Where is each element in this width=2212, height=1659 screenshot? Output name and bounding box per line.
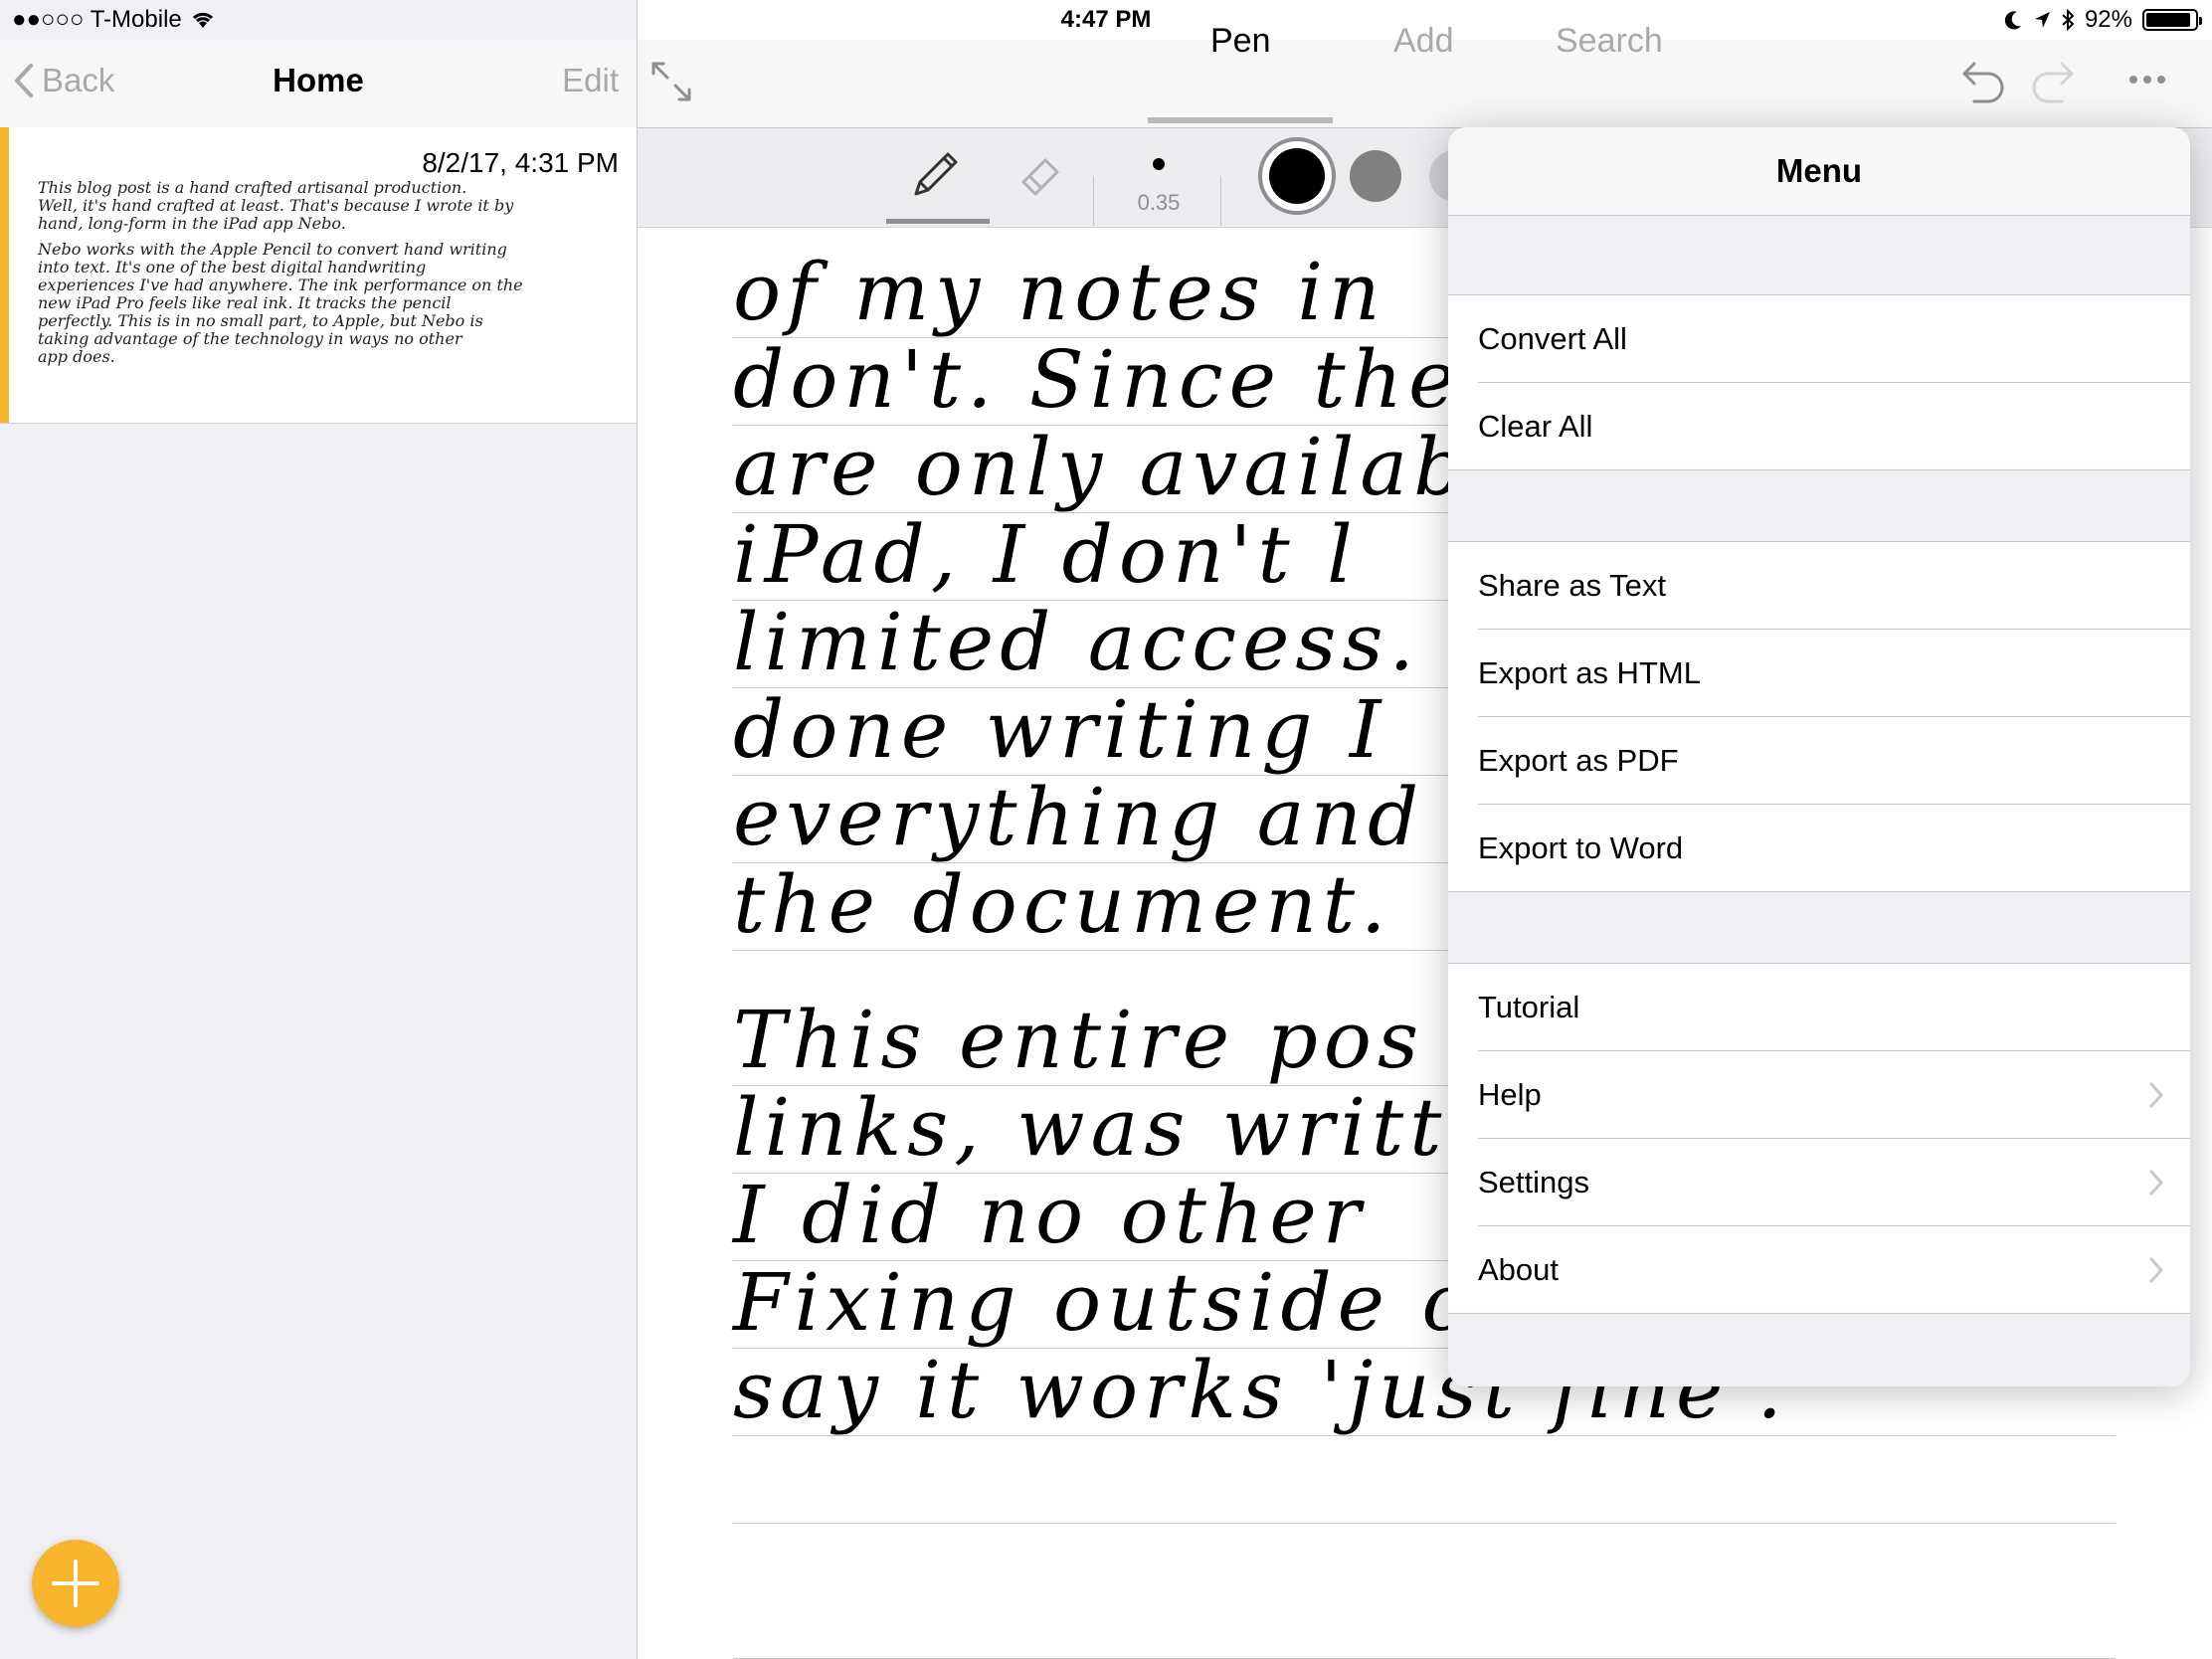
- color-gray-swatch[interactable]: [1350, 150, 1401, 202]
- handwriting-line: don't. Since the: [733, 333, 1462, 426]
- menu-item-label: Tutorial: [1478, 990, 1580, 1024]
- menu-item-label: Export as PDF: [1478, 743, 1679, 778]
- row-divider: [1448, 891, 2190, 892]
- menu-item-label: Help: [1478, 1077, 1542, 1112]
- toolbar-divider: [1220, 176, 1221, 226]
- menu-item-label: Clear All: [1478, 409, 1593, 444]
- menu-item-label: Export as HTML: [1478, 655, 1701, 690]
- chevron-right-icon: [2149, 1170, 2163, 1196]
- handwriting-line: everything and: [733, 771, 1425, 863]
- edit-button[interactable]: Edit: [562, 62, 619, 99]
- swatch-fill: [1269, 148, 1325, 204]
- pen-icon[interactable]: [908, 148, 962, 202]
- moon-icon: [2004, 11, 2021, 30]
- battery-icon: [2142, 9, 2202, 31]
- toolbar-divider: [1093, 176, 1094, 226]
- menu-item-export-word[interactable]: Export to Word: [1448, 805, 2190, 892]
- menu-item-label: Settings: [1478, 1165, 1590, 1199]
- menu-item-settings[interactable]: Settings: [1448, 1139, 2190, 1226]
- expand-icon[interactable]: [649, 60, 693, 103]
- menu-item-help[interactable]: Help: [1448, 1051, 2190, 1139]
- selected-accent-bar: [0, 127, 9, 423]
- undo-icon[interactable]: [1960, 56, 2006, 105]
- sidebar-title: Home: [273, 62, 364, 98]
- chevron-right-icon: [2149, 1257, 2163, 1283]
- menu-item-share-as-text[interactable]: Share as Text: [1448, 542, 2190, 630]
- pen-width-value[interactable]: 0.35: [1131, 190, 1187, 216]
- plus-icon: [52, 1560, 99, 1607]
- menu-item-clear-all[interactable]: Clear All: [1448, 383, 2190, 470]
- handwriting-line: I did no other: [733, 1169, 1368, 1261]
- preview-line: into text. It's one of the best digital …: [38, 258, 427, 276]
- handwriting-line: the document.: [733, 858, 1392, 951]
- more-icon[interactable]: [2127, 74, 2167, 86]
- handwriting-line: iPad, I don't l: [733, 508, 1359, 601]
- handwriting-line: This entire pos: [733, 994, 1424, 1086]
- preview-line: experiences I've had anywhere. The ink p…: [38, 276, 523, 294]
- menu-item-export-html[interactable]: Export as HTML: [1448, 630, 2190, 717]
- add-note-button[interactable]: [32, 1540, 119, 1627]
- redo-icon[interactable]: [2030, 56, 2076, 105]
- pen-selected-indicator: [886, 219, 990, 224]
- battery-percent: 92%: [2084, 6, 2132, 33]
- note-list-item[interactable]: 8/2/17, 4:31 PM This blog post is a hand…: [0, 127, 637, 424]
- handwriting-line: are only availab: [733, 421, 1471, 513]
- chevron-right-icon: [2149, 1082, 2163, 1108]
- preview-line: Well, it's hand crafted at least. That's…: [38, 196, 514, 215]
- handwriting-line: done writing I: [733, 683, 1387, 776]
- preview-line: taking advantage of the technology in wa…: [38, 329, 462, 348]
- menu-item-label: Export to Word: [1478, 830, 1684, 865]
- menu-item-label: About: [1478, 1252, 1560, 1287]
- handwriting-line: links, was writte: [733, 1081, 1501, 1174]
- preview-line: new iPad Pro feels like real ink. It tra…: [38, 293, 452, 312]
- bluetooth-icon: [2062, 9, 2075, 31]
- menu-popover: Menu Convert All Clear All Share as Text…: [1448, 127, 2190, 1386]
- menu-item-about[interactable]: About: [1448, 1226, 2190, 1314]
- active-tab-indicator: [1148, 117, 1333, 123]
- row-divider: [1448, 469, 2190, 470]
- menu-title: Menu: [1448, 127, 2190, 216]
- status-bar: ●●○○○ T-Mobile 4:47 PM 92%: [0, 0, 2212, 40]
- color-black-swatch[interactable]: [1258, 137, 1336, 215]
- preview-line: app does.: [38, 347, 115, 366]
- menu-item-convert-all[interactable]: Convert All: [1448, 295, 2190, 383]
- menu-item-label: Share as Text: [1478, 568, 1666, 603]
- battery-fill: [2146, 13, 2190, 27]
- sidebar-nav-bar: Back Home Edit: [0, 40, 637, 128]
- preview-line: hand, long-form in the iPad app Nebo.: [38, 214, 346, 233]
- row-divider: [1448, 1313, 2190, 1314]
- handwriting-line: of my notes in: [733, 246, 1386, 338]
- preview-line: This blog post is a hand crafted artisan…: [38, 178, 467, 197]
- status-time: 4:47 PM: [1060, 6, 1152, 33]
- menu-item-label: Convert All: [1478, 321, 1627, 356]
- status-right: 92%: [2004, 6, 2202, 34]
- location-arrow-icon: [2034, 12, 2050, 28]
- preview-line: Nebo works with the Apple Pencil to conv…: [38, 240, 507, 259]
- ruled-line: [733, 1523, 2116, 1524]
- preview-line: perfectly. This is in no small part, to …: [38, 311, 483, 330]
- menu-item-export-pdf[interactable]: Export as PDF: [1448, 717, 2190, 805]
- note-preview: This blog post is a hand crafted artisan…: [38, 179, 615, 366]
- note-date: 8/2/17, 4:31 PM: [422, 147, 619, 178]
- pen-width-dot-icon: [1153, 158, 1165, 170]
- menu-item-tutorial[interactable]: Tutorial: [1448, 964, 2190, 1051]
- eraser-icon[interactable]: [1014, 148, 1067, 202]
- handwriting-line: limited access.: [733, 596, 1420, 688]
